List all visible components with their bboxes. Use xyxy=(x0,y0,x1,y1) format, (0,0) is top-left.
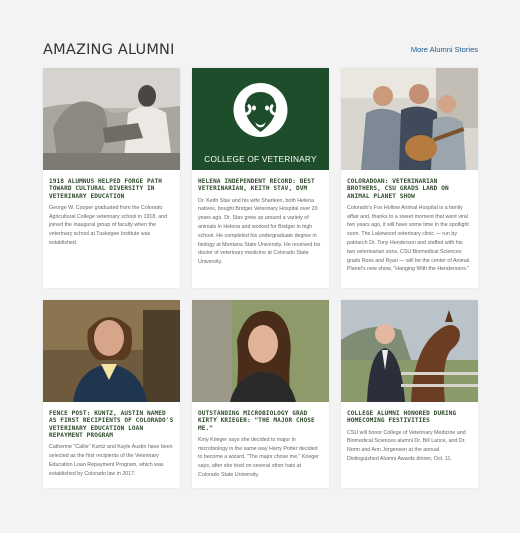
section-title: AMAZING ALUMNI xyxy=(43,42,175,58)
alumni-card-image[interactable] xyxy=(43,68,180,170)
alumni-card-image[interactable] xyxy=(341,300,478,402)
more-alumni-stories-link[interactable]: More Alumni Stories xyxy=(411,45,478,54)
card-title[interactable]: Coloradoan: Veterinarian brothers, CSU g… xyxy=(347,178,472,200)
graduate-portrait-image xyxy=(43,300,180,402)
alumni-card-1[interactable]: 1918 alumnus helped forge path toward cu… xyxy=(43,68,180,288)
veterinarians-photo-image xyxy=(341,68,478,170)
card-excerpt: Dr. Keith Stav and his wife Sharleen, bo… xyxy=(198,197,321,266)
card-excerpt: George W. Cooper graduated from the Colo… xyxy=(49,204,168,247)
alumni-card-image[interactable] xyxy=(341,68,478,170)
graduate-portrait-image xyxy=(192,300,329,402)
card-title[interactable]: College alumni honored during Homecoming… xyxy=(347,410,472,425)
card-excerpt: Colorado's Fox Hollow Animal Hospital is… xyxy=(347,204,470,273)
alumni-card-image[interactable] xyxy=(43,300,180,402)
card-title[interactable]: 1918 alumnus helped forge path toward cu… xyxy=(49,178,174,200)
card-excerpt: Catherine "Callie" Kuntz and Kayle Austi… xyxy=(49,444,173,477)
alumni-section: AMAZING ALUMNI More Alumni Stories 1918 … xyxy=(0,0,520,533)
alumni-card-6[interactable]: College alumni honored during Homecoming… xyxy=(341,300,478,488)
alumni-card-3[interactable]: Coloradoan: Veterinarian brothers, CSU g… xyxy=(341,68,478,288)
card-title[interactable]: Outstanding microbiology grad Kirty Krie… xyxy=(198,410,323,432)
alumni-card-image[interactable] xyxy=(192,300,329,402)
alumni-with-horse-image xyxy=(341,300,478,402)
card-excerpt: CSU will honor College of Veterinary Med… xyxy=(347,429,466,462)
card-excerpt: Kirty Krieger says she decided to major … xyxy=(198,436,319,479)
card-title[interactable]: Helena Independent Record: Best Veterina… xyxy=(198,178,323,193)
alumni-card-image[interactable]: COLLEGE OF VETERINARY xyxy=(192,68,329,170)
alumni-card-2[interactable]: COLLEGE OF VETERINARY Helena Independent… xyxy=(192,68,329,288)
logo-caption: COLLEGE OF VETERINARY xyxy=(204,154,317,164)
alumni-card-4[interactable]: Fence Post: Kuntz, Austin named as first… xyxy=(43,300,180,488)
card-title[interactable]: Fence Post: Kuntz, Austin named as first… xyxy=(49,410,174,439)
alumni-card-5[interactable]: Outstanding microbiology grad Kirty Krie… xyxy=(192,300,329,488)
historic-photo-image xyxy=(43,68,180,170)
